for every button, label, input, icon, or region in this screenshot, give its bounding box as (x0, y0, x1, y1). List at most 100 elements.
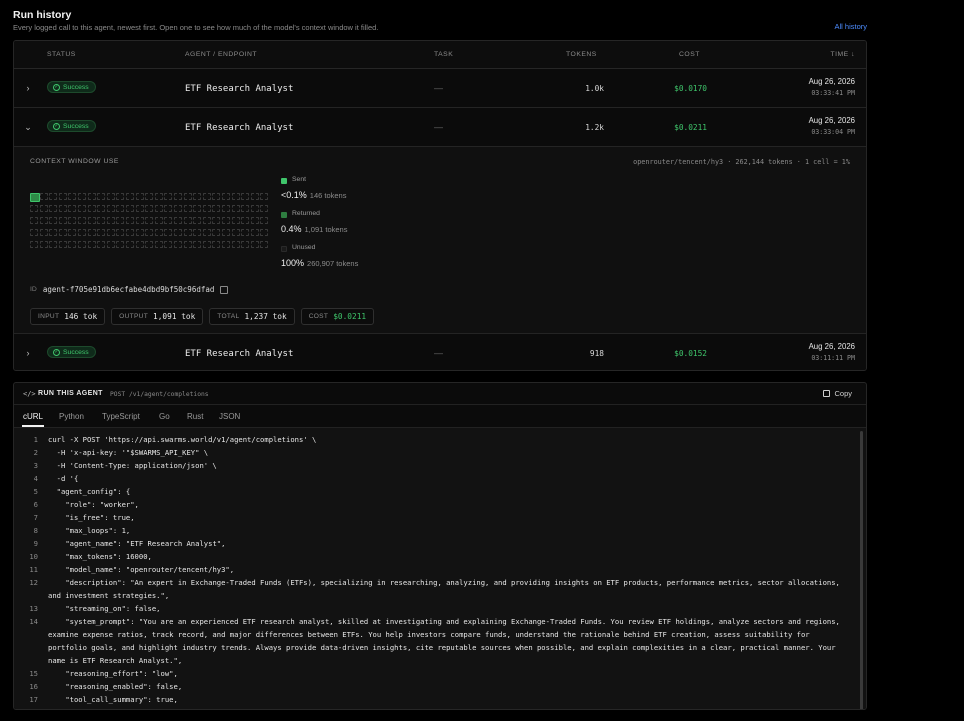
all-history-link[interactable]: All history (834, 22, 867, 31)
code-text: "description": "An expert in Exchange-Tr… (48, 578, 845, 600)
context-cell (49, 229, 58, 236)
context-cell (174, 229, 182, 236)
context-cell (97, 193, 106, 200)
tab-go[interactable]: Go (159, 412, 170, 421)
context-cell (49, 193, 58, 200)
table-row[interactable]: › ✓ Success ETF Research Analyst — 918 $… (14, 334, 866, 370)
context-cell (222, 193, 230, 200)
context-cell (202, 241, 211, 248)
context-cell (87, 217, 96, 224)
context-cell (30, 205, 38, 212)
context-cell (116, 205, 125, 212)
table-row[interactable]: › ✓ Success ETF Research Analyst — 1.0k … (14, 69, 866, 108)
context-cell (202, 217, 211, 224)
chevron-down-icon[interactable]: ⌄ (23, 122, 33, 132)
tab-typescript[interactable]: TypeScript (102, 412, 140, 421)
context-cell (78, 241, 86, 248)
context-cell (154, 193, 163, 200)
context-cell (193, 193, 202, 200)
context-cell (164, 205, 173, 212)
context-cell (78, 205, 86, 212)
context-cell (174, 217, 182, 224)
context-cell (212, 241, 221, 248)
context-cell (183, 217, 192, 224)
time-cell: 03:33:41 PM (811, 89, 855, 97)
context-cell (58, 193, 67, 200)
context-cell-grid (30, 193, 270, 251)
tab-json[interactable]: JSON (219, 412, 240, 421)
context-cell (250, 205, 259, 212)
status-badge: ✓ Success (47, 120, 96, 132)
context-cell (39, 205, 48, 212)
context-cell (135, 241, 144, 248)
context-cell-sent (30, 193, 40, 202)
context-cell (116, 217, 125, 224)
code-scrollbar[interactable] (860, 431, 863, 709)
col-status: STATUS (47, 51, 76, 58)
context-cell (222, 229, 230, 236)
tab-rust[interactable]: Rust (187, 412, 203, 421)
model-info: openrouter/tencent/hy3 · 262,144 tokens … (633, 158, 850, 166)
agent-name: ETF Research Analyst (185, 123, 294, 133)
total-chip: TOTAL 1,237 tok (209, 308, 295, 325)
copy-icon[interactable] (220, 285, 229, 294)
context-cell (212, 205, 221, 212)
context-cell (106, 217, 115, 224)
context-cell (116, 193, 125, 200)
context-cell (116, 241, 125, 248)
context-cell (135, 205, 144, 212)
context-title: CONTEXT WINDOW USE (30, 158, 119, 165)
code-text: "system_prompt": "You are an experienced… (48, 617, 845, 665)
context-cell (250, 241, 259, 248)
context-cell (106, 205, 115, 212)
context-cell (106, 193, 115, 200)
chevron-right-icon[interactable]: › (23, 83, 33, 93)
task-cell: — (434, 348, 443, 358)
context-cell (30, 229, 38, 236)
context-cell (126, 205, 134, 212)
copy-button[interactable]: Copy (823, 389, 852, 398)
chevron-right-icon[interactable]: › (23, 348, 33, 358)
usage-chips: INPUT 146 tok OUTPUT 1,091 tok TOTAL 1,237 … (30, 308, 375, 325)
context-cell (145, 217, 154, 224)
context-cell (49, 205, 58, 212)
code-text: curl -X POST 'https://api.swarms.world/v… (48, 435, 317, 444)
code-block[interactable]: 1 curl -X POST 'https://api.swarms.world/… (14, 428, 866, 709)
context-cell (87, 193, 96, 200)
context-cell (241, 205, 250, 212)
context-cell (154, 205, 163, 212)
tokens-cell: 918 (589, 349, 604, 358)
line-number: 8 (33, 526, 38, 535)
context-cell (126, 193, 134, 200)
context-cell (174, 241, 182, 248)
context-cell (30, 217, 38, 224)
code-panel-header: </> RUN THIS AGENT POST /v1/agent/comple… (14, 383, 866, 405)
code-text: "agent_name": "ETF Research Analyst", (48, 539, 226, 548)
line-number: 13 (29, 604, 38, 613)
tokens-cell: 1.0k (585, 84, 604, 93)
context-cell (145, 241, 154, 248)
tab-curl[interactable]: cURL (23, 412, 43, 421)
table-row[interactable]: ⌄ ✓ Success ETF Research Analyst — 1.2k … (14, 108, 866, 147)
context-cell (58, 217, 67, 224)
context-cell (260, 193, 269, 200)
tab-python[interactable]: Python (59, 412, 84, 421)
line-number: 9 (33, 539, 38, 548)
context-cell (135, 193, 144, 200)
context-cell (260, 217, 269, 224)
check-circle-icon: ✓ (53, 83, 60, 91)
agent-id-line: ID agent-f705e91db6ecfabe4dbd9bf50c96dfa… (30, 285, 229, 294)
id-label: ID (30, 286, 37, 293)
col-time-sort[interactable]: TIME ↓ (830, 51, 855, 58)
check-circle-icon: ✓ (53, 348, 60, 356)
code-text: "reasoning_effort": "low", (48, 669, 178, 678)
line-number: 1 (33, 435, 38, 444)
context-cell (174, 205, 182, 212)
page-subtitle: Every logged call to this agent, newest … (13, 23, 379, 32)
col-task: TASK (434, 51, 454, 58)
col-agent: AGENT / ENDPOINT (185, 51, 258, 58)
context-cell (202, 205, 211, 212)
status-badge: ✓ Success (47, 346, 96, 358)
context-cell (68, 193, 77, 200)
line-number: 14 (29, 617, 38, 626)
